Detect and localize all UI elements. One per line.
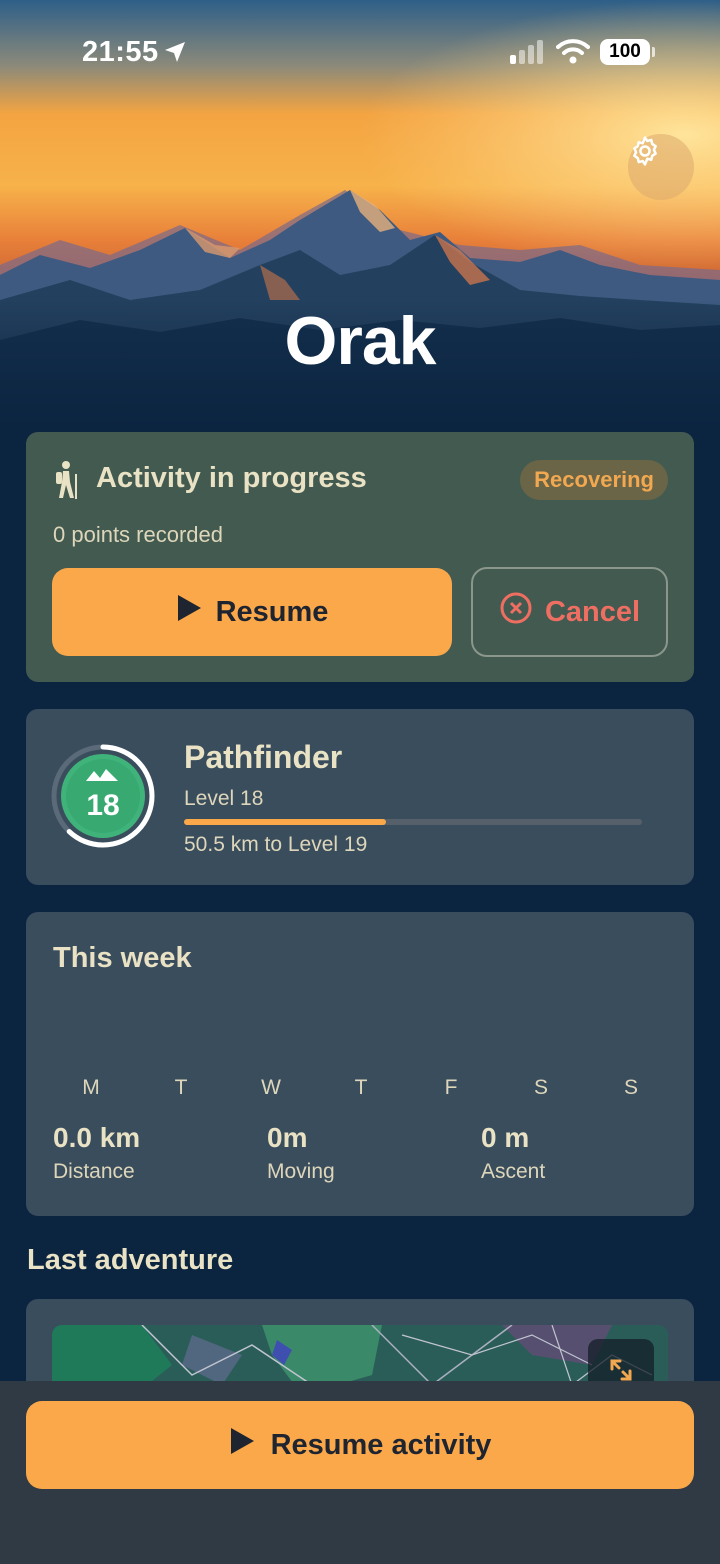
level-badge: 18 — [50, 743, 160, 858]
last-adventure-title: Last adventure — [27, 1244, 234, 1276]
stat-value: 0 m — [481, 1122, 530, 1153]
hiker-icon — [52, 460, 82, 505]
status-badge: Recovering — [520, 460, 668, 500]
day-label: T — [354, 1076, 368, 1099]
level-remaining: 50.5 km to Level 19 — [184, 833, 368, 856]
points-recorded: 0 points recorded — [53, 522, 223, 547]
week-days: M T W T F S S — [46, 1076, 678, 1100]
day-label: F — [444, 1076, 458, 1099]
resume-activity-button[interactable]: Resume activity — [26, 1401, 694, 1489]
resume-activity-label: Resume activity — [270, 1428, 492, 1461]
cancel-button-label: Cancel — [544, 595, 641, 628]
bottom-action-bar: Resume activity — [0, 1381, 720, 1564]
activity-title: Activity in progress — [96, 462, 367, 494]
stat-distance: 0.0 km Distance — [53, 1122, 140, 1184]
stat-moving: 0m Moving — [267, 1122, 335, 1184]
level-title: Pathfinder — [184, 739, 343, 775]
stat-label: Moving — [267, 1160, 335, 1183]
stat-value: 0m — [267, 1122, 308, 1153]
app-logo: Orak — [284, 303, 437, 379]
battery-indicator: 100 — [600, 39, 655, 65]
stat-ascent: 0 m Ascent — [481, 1122, 545, 1184]
level-label: Level 18 — [184, 787, 264, 810]
level-card[interactable]: 18 Pathfinder Level 18 50.5 km to Level … — [26, 709, 694, 885]
level-progress-fill — [184, 819, 386, 825]
day-label: S — [533, 1076, 548, 1099]
day-label: W — [261, 1076, 281, 1099]
status-time: 21:55 — [82, 36, 159, 68]
play-icon — [229, 1427, 255, 1463]
this-week-card: This week M T W T F S S 0.0 km Distance … — [26, 912, 694, 1216]
resume-button[interactable]: Resume — [52, 568, 452, 656]
cancel-button[interactable]: Cancel — [471, 567, 668, 657]
week-title: This week — [53, 942, 192, 974]
day-label: M — [82, 1076, 100, 1099]
level-progress-bar — [184, 819, 642, 825]
cancel-circle-x-icon — [499, 591, 533, 633]
day-label: T — [174, 1076, 188, 1099]
day-label: S — [623, 1076, 638, 1099]
status-bar: 21:55 100 — [0, 0, 720, 100]
stat-label: Distance — [53, 1160, 135, 1183]
settings-button[interactable] — [628, 134, 694, 200]
hero-banner: 21:55 100 Orak — [0, 0, 720, 430]
resume-button-label: Resume — [215, 595, 329, 628]
stat-label: Ascent — [481, 1160, 546, 1183]
play-icon — [176, 594, 202, 630]
level-badge-number: 18 — [86, 789, 119, 822]
stat-value: 0.0 km — [53, 1122, 141, 1153]
activity-in-progress-card: Activity in progress Recovering 0 points… — [26, 432, 694, 682]
